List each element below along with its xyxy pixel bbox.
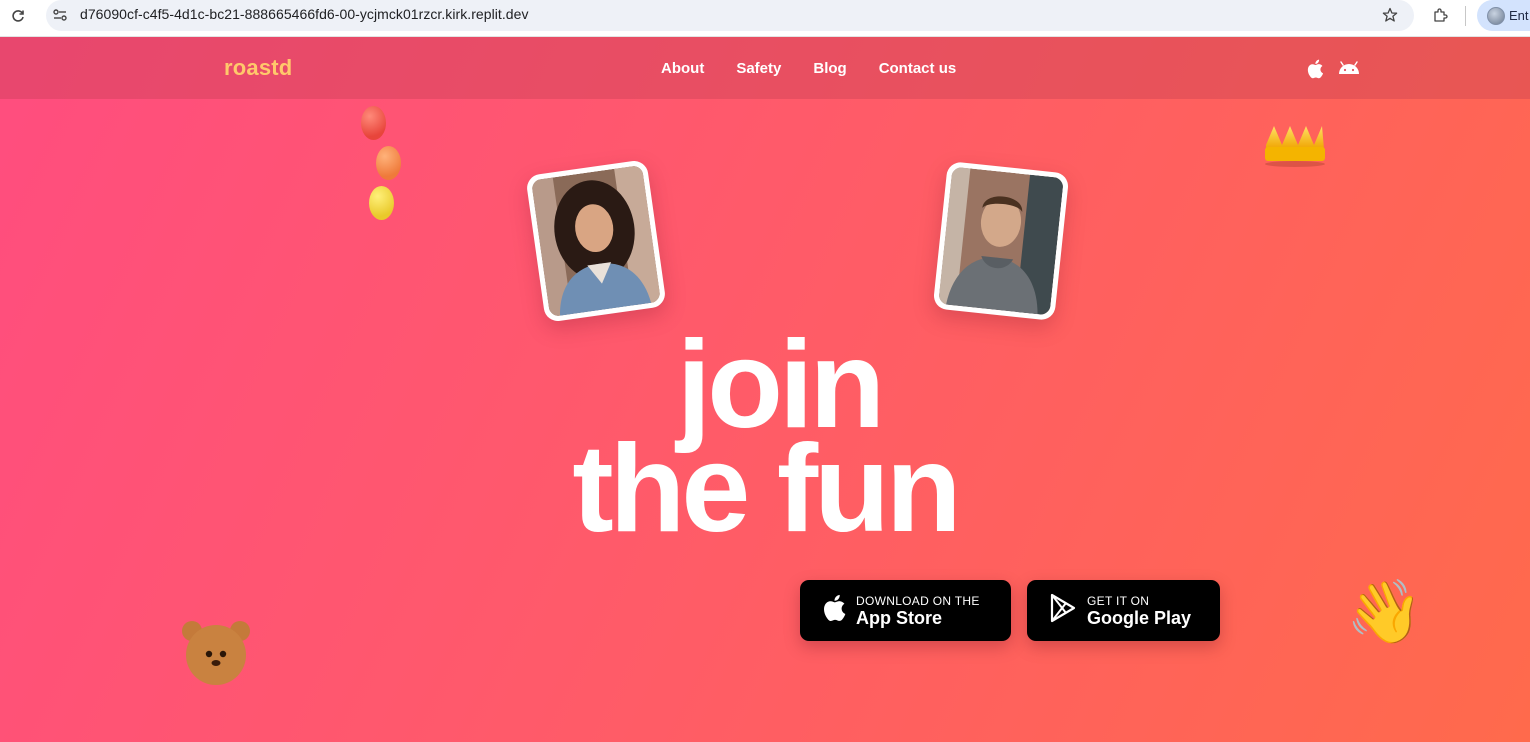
google-play-button[interactable]: GET IT ON Google Play [1027, 580, 1220, 641]
profile-photo-man [938, 166, 1064, 316]
reload-icon[interactable] [8, 6, 28, 26]
nav-link-blog[interactable]: Blog [813, 60, 846, 77]
profile-avatar-icon [1487, 6, 1505, 25]
balloon-icon [376, 146, 401, 180]
balloon-icon [369, 186, 394, 220]
app-store-small-label: DOWNLOAD ON THE [856, 593, 980, 608]
nav-links: About Safety Blog Contact us [661, 60, 956, 77]
site-info-icon[interactable] [50, 5, 70, 25]
app-store-button[interactable]: DOWNLOAD ON THE App Store [800, 580, 1011, 641]
browser-toolbar: d76090cf-c4f5-4d1c-bc21-888665466fd6-00-… [0, 0, 1530, 37]
google-play-text: GET IT ON Google Play [1087, 594, 1191, 628]
hero-title: join the fun [0, 323, 1530, 558]
profile-photo-card [525, 159, 667, 323]
bear-icon [180, 619, 252, 687]
profile-button[interactable]: Ent [1477, 0, 1530, 31]
extensions-icon[interactable] [1430, 5, 1450, 25]
star-icon[interactable] [1380, 5, 1400, 25]
profile-label: Ent [1509, 8, 1529, 23]
google-play-big-label: Google Play [1087, 607, 1192, 628]
nav-link-about[interactable]: About [661, 60, 704, 77]
apple-icon [822, 594, 846, 627]
landing-page: roastd About Safety Blog Contact us 👋 jo… [0, 37, 1530, 742]
app-store-text: DOWNLOAD ON THE App Store [856, 594, 980, 628]
nav-link-contact[interactable]: Contact us [879, 60, 957, 77]
hero-line-2: the fun [572, 420, 961, 558]
google-play-small-label: GET IT ON [1087, 593, 1150, 608]
url-text[interactable]: d76090cf-c4f5-4d1c-bc21-888665466fd6-00-… [80, 6, 529, 22]
top-navigation: roastd About Safety Blog Contact us [0, 37, 1530, 99]
android-icon[interactable] [1338, 60, 1360, 76]
apple-icon[interactable] [1306, 59, 1324, 79]
logo[interactable]: roastd [224, 55, 292, 81]
balloon-icon [361, 106, 386, 140]
profile-photo-woman [530, 164, 662, 318]
crown-icon [1262, 123, 1328, 167]
waving-hand-icon: 👋 [1346, 578, 1424, 647]
nav-link-safety[interactable]: Safety [736, 60, 781, 77]
profile-photo-card [932, 161, 1070, 321]
app-store-big-label: App Store [856, 607, 943, 628]
google-play-icon [1049, 593, 1077, 628]
toolbar-divider [1465, 6, 1466, 26]
